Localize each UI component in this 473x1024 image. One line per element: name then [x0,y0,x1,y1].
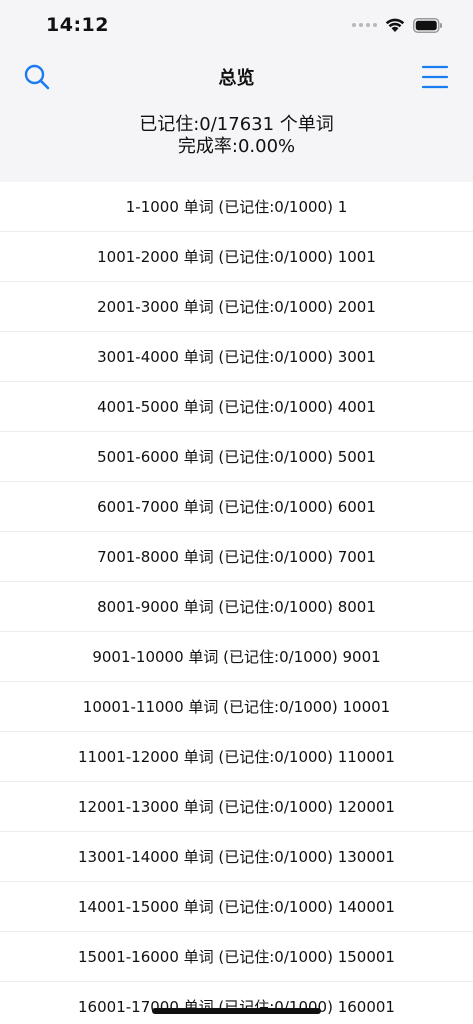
status-time: 14:12 [46,14,109,36]
screen: 14:12 总览 已记住:0/17631 个单词 完成率:0.00% 1-100… [0,0,473,1024]
word-group-list: 1-1000 单词 (已记住:0/1000) 1 1001-2000 单词 (已… [0,182,473,1024]
list-item[interactable]: 2001-3000 单词 (已记住:0/1000) 2001 [0,282,473,332]
wifi-icon [385,18,405,32]
list-item[interactable]: 14001-15000 单词 (已记住:0/1000) 140001 [0,882,473,932]
list-item[interactable]: 6001-7000 单词 (已记住:0/1000) 6001 [0,482,473,532]
list-item[interactable]: 8001-9000 单词 (已记住:0/1000) 8001 [0,582,473,632]
list-item[interactable]: 5001-6000 单词 (已记住:0/1000) 5001 [0,432,473,482]
list-item[interactable]: 11001-12000 单词 (已记住:0/1000) 110001 [0,732,473,782]
progress-summary: 已记住:0/17631 个单词 完成率:0.00% [0,114,473,158]
remembered-count: 已记住:0/17631 个单词 [139,114,334,135]
list-item[interactable]: 1001-2000 单词 (已记住:0/1000) 1001 [0,232,473,282]
home-indicator[interactable] [152,1008,321,1014]
status-bar: 14:12 [0,0,473,54]
list-item[interactable]: 9001-10000 单词 (已记住:0/1000) 9001 [0,632,473,682]
list-item[interactable]: 12001-13000 单词 (已记住:0/1000) 120001 [0,782,473,832]
battery-icon [413,17,442,33]
menu-icon[interactable] [421,63,449,91]
header-area: 14:12 总览 已记住:0/17631 个单词 完成率:0.00% [0,0,473,182]
completion-rate: 完成率:0.00% [177,136,296,157]
list-item[interactable]: 3001-4000 单词 (已记住:0/1000) 3001 [0,332,473,382]
list-item[interactable]: 13001-14000 单词 (已记住:0/1000) 130001 [0,832,473,882]
signal-dots-icon [352,23,377,27]
list-item[interactable]: 1-1000 单词 (已记住:0/1000) 1 [0,182,473,232]
list-item[interactable]: 16001-17000 单词 (已记住:0/1000) 160001 [0,982,473,1024]
navigation-bar: 总览 [0,54,473,98]
page-title: 总览 [218,68,255,89]
list-item[interactable]: 15001-16000 单词 (已记住:0/1000) 150001 [0,932,473,982]
list-item[interactable]: 10001-11000 单词 (已记住:0/1000) 10001 [0,682,473,732]
status-icons [352,17,443,33]
list-item[interactable]: 7001-8000 单词 (已记住:0/1000) 7001 [0,532,473,582]
list-item[interactable]: 4001-5000 单词 (已记住:0/1000) 4001 [0,382,473,432]
